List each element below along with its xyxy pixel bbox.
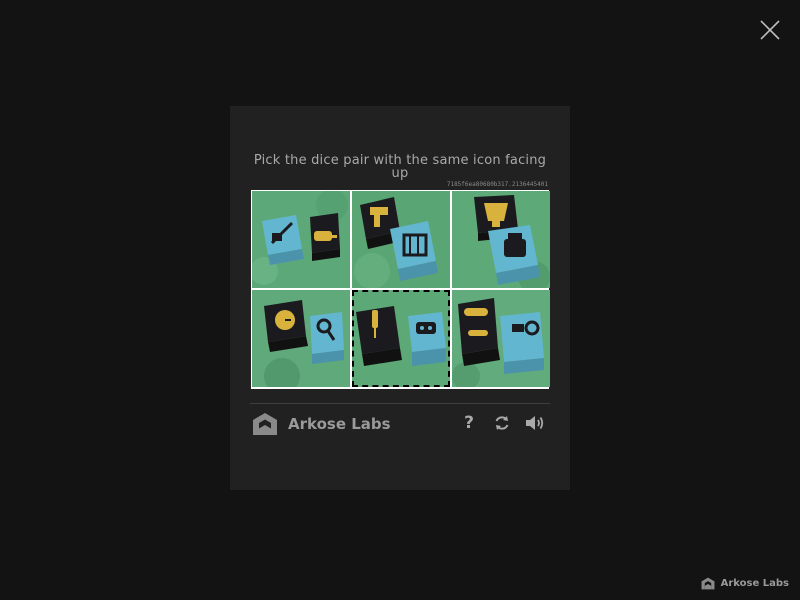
dice-tile-1[interactable] [252, 191, 350, 288]
audio-button[interactable] [524, 412, 546, 434]
help-icon: ? [464, 413, 474, 433]
dice-tile-3[interactable] [452, 191, 550, 288]
blue-die [500, 312, 544, 362]
session-id: 7185f6ea80680b317.2136445401 [446, 181, 548, 188]
clock-icon [275, 310, 295, 330]
dice-tile-6[interactable] [452, 290, 550, 387]
dice-tile-4[interactable] [252, 290, 350, 387]
help-button[interactable]: ? [458, 412, 480, 434]
blue-die [408, 312, 446, 352]
page: Pick the dice pair with the same icon fa… [0, 0, 800, 600]
dice-tile-5[interactable] [352, 290, 450, 387]
arkose-logo-icon [701, 577, 715, 590]
refresh-icon [495, 416, 509, 430]
speaker-icon [526, 416, 544, 430]
blue-die [310, 312, 344, 354]
arkose-brand: Arkose Labs [252, 411, 391, 437]
black-die [356, 306, 400, 354]
dice-tile-2[interactable] [352, 191, 450, 288]
challenge-prompt: Pick the dice pair with the same icon fa… [253, 153, 547, 181]
footer-brand-name: Arkose Labs [720, 578, 789, 589]
blue-die [390, 221, 436, 269]
refresh-button[interactable] [491, 412, 513, 434]
radio-icon [416, 322, 436, 334]
image-grid [251, 190, 550, 389]
close-icon [760, 20, 780, 40]
footer-brand: Arkose Labs [701, 577, 789, 590]
close-button[interactable] [758, 18, 782, 42]
arkose-logo-icon [253, 413, 277, 435]
brand-name: Arkose Labs [288, 415, 391, 433]
captcha-modal: Pick the dice pair with the same icon fa… [230, 106, 570, 490]
captcha-controls: ? [458, 412, 546, 434]
divider [250, 403, 550, 404]
black-die [458, 298, 498, 354]
screwdriver-icon [372, 310, 378, 338]
